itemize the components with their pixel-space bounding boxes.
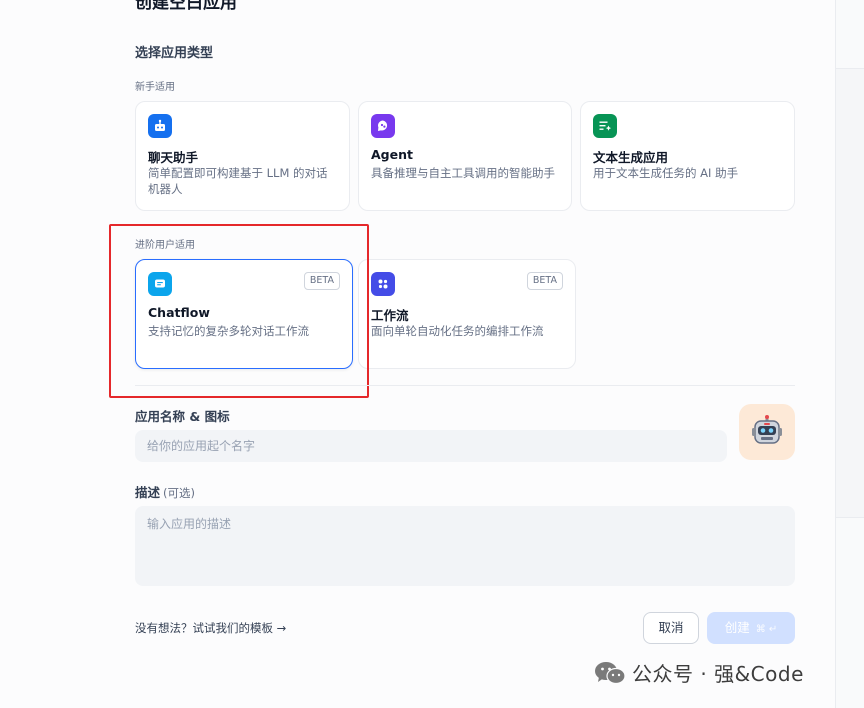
card-description: 用于文本生成任务的 AI 助手 — [593, 166, 739, 180]
app-type-card-workflow[interactable]: BETA 工作流 面向单轮自动化任务的编排工作流 — [358, 259, 576, 369]
app-icon-picker[interactable] — [739, 404, 795, 460]
keyboard-shortcut-hint: ⌘ ↵ — [755, 624, 778, 635]
card-title: 工作流 — [371, 308, 409, 323]
right-side-panel — [835, 0, 864, 708]
card-description: 面向单轮自动化任务的编排工作流 — [371, 324, 544, 338]
description-textarea[interactable]: 输入应用的描述 — [135, 506, 795, 586]
create-button-label: 创建 — [724, 620, 750, 635]
template-link[interactable]: 没有想法？试试我们的模板 → — [135, 620, 286, 636]
card-title: Agent — [371, 147, 413, 162]
app-type-card-chatbot[interactable]: 聊天助手 简单配置即可构建基于 LLM 的对话机器人 — [135, 101, 350, 211]
description-label-text: 描述 — [135, 485, 161, 500]
watermark: 公众号 · 强&Code — [594, 658, 804, 687]
section-divider — [135, 385, 795, 386]
wechat-icon — [595, 661, 626, 684]
page-title: 创建空白应用 — [135, 0, 237, 12]
watermark-text: 公众号 · 强&Code — [632, 662, 804, 686]
card-description: 简单配置即可构建基于 LLM 的对话机器人 — [148, 166, 328, 196]
section-title: 选择应用类型 — [135, 46, 214, 61]
robot-avatar-icon — [752, 415, 782, 444]
app-name-label: 应用名称 & 图标 — [135, 406, 230, 425]
workflow-icon — [371, 272, 395, 296]
card-title: 文本生成应用 — [593, 150, 669, 165]
description-label: 描述 (可选) — [135, 482, 195, 501]
app-name-input[interactable]: 给你的应用起个名字 — [135, 430, 727, 462]
create-button[interactable]: 创建 ⌘ ↵ — [707, 612, 795, 644]
group-label-beginner: 新手适用 — [135, 82, 175, 93]
arrow-right-icon: → — [276, 621, 287, 635]
card-title: 聊天助手 — [148, 150, 199, 165]
right-side-band — [836, 68, 864, 518]
brain-icon — [371, 114, 395, 138]
app-type-card-text-generation[interactable]: 文本生成应用 用于文本生成任务的 AI 助手 — [580, 101, 795, 211]
highlight-annotation-box — [109, 224, 369, 398]
cancel-button[interactable]: 取消 — [643, 612, 699, 644]
card-description: 具备推理与自主工具调用的智能助手 — [371, 166, 555, 180]
optional-hint: (可选) — [163, 486, 195, 500]
beta-badge: BETA — [526, 272, 563, 290]
app-type-card-agent[interactable]: Agent 具备推理与自主工具调用的智能助手 — [358, 101, 572, 211]
app-name-label-text: 应用名称 & 图标 — [135, 409, 230, 424]
robot-icon — [148, 114, 172, 138]
template-link-text: 没有想法？试试我们的模板 — [135, 621, 273, 635]
text-sparkle-icon — [593, 114, 617, 138]
